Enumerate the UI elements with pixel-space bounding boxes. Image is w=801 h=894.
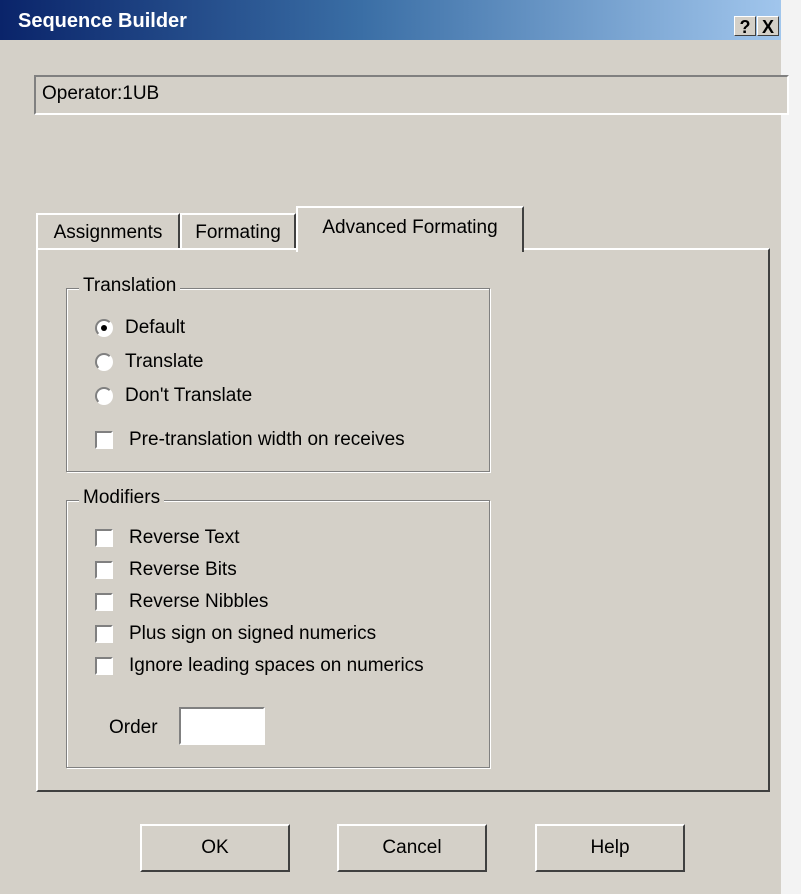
ignore-spaces-label: Ignore leading spaces on numerics [129, 655, 424, 676]
reverse-nibbles-checkbox[interactable] [95, 593, 113, 611]
reverse-nibbles-label: Reverse Nibbles [129, 591, 269, 612]
reverse-bits-row[interactable]: Reverse Bits [95, 559, 237, 581]
radio-translate-label: Translate [125, 351, 204, 372]
modifiers-group: Modifiers Reverse Text Reverse Bits Reve… [66, 487, 490, 768]
close-title-button[interactable]: X [757, 16, 779, 37]
reverse-text-row[interactable]: Reverse Text [95, 527, 240, 549]
order-label: Order [109, 717, 158, 738]
radio-default-label: Default [125, 317, 186, 338]
radio-selected-dot [101, 325, 107, 331]
reverse-bits-label: Reverse Bits [129, 559, 237, 580]
tab-advanced-formating[interactable]: Advanced Formating [296, 206, 524, 252]
ignore-spaces-row[interactable]: Ignore leading spaces on numerics [95, 655, 424, 677]
title-bar: Sequence Builder ? X [0, 0, 801, 40]
tab-formating[interactable]: Formating [180, 213, 296, 250]
window-edge [781, 0, 801, 894]
order-input[interactable] [179, 707, 265, 745]
reverse-bits-checkbox[interactable] [95, 561, 113, 579]
modifiers-legend: Modifiers [79, 487, 165, 509]
translation-group: Translation Default Translate Don't Tran… [66, 275, 490, 472]
radio-default-button[interactable] [95, 319, 113, 337]
pretranslation-label: Pre-translation width on receives [129, 429, 405, 450]
reverse-text-checkbox[interactable] [95, 529, 113, 547]
reverse-text-label: Reverse Text [129, 527, 240, 548]
radio-dont-translate-button[interactable] [95, 387, 113, 405]
radio-dont-translate-label: Don't Translate [125, 385, 253, 406]
reverse-nibbles-row[interactable]: Reverse Nibbles [95, 591, 268, 613]
radio-dont-translate[interactable]: Don't Translate [95, 385, 252, 407]
radio-translate[interactable]: Translate [95, 351, 204, 373]
pretranslation-row[interactable]: Pre-translation width on receives [95, 429, 405, 451]
advanced-formating-panel: Translation Default Translate Don't Tran… [36, 248, 770, 792]
ok-button[interactable]: OK [140, 824, 290, 872]
cancel-button[interactable]: Cancel [337, 824, 487, 872]
window-title: Sequence Builder [18, 10, 187, 32]
plus-sign-label: Plus sign on signed numerics [129, 623, 377, 644]
help-title-button[interactable]: ? [734, 16, 756, 37]
pretranslation-checkbox[interactable] [95, 431, 113, 449]
ignore-spaces-checkbox[interactable] [95, 657, 113, 675]
plus-sign-row[interactable]: Plus sign on signed numerics [95, 623, 376, 645]
plus-sign-checkbox[interactable] [95, 625, 113, 643]
help-button[interactable]: Help [535, 824, 685, 872]
tab-assignments[interactable]: Assignments [36, 213, 180, 250]
translation-legend: Translation [79, 275, 181, 297]
operator-field[interactable]: Operator:1UB [34, 75, 789, 115]
radio-translate-button[interactable] [95, 353, 113, 371]
radio-default[interactable]: Default [95, 317, 185, 339]
